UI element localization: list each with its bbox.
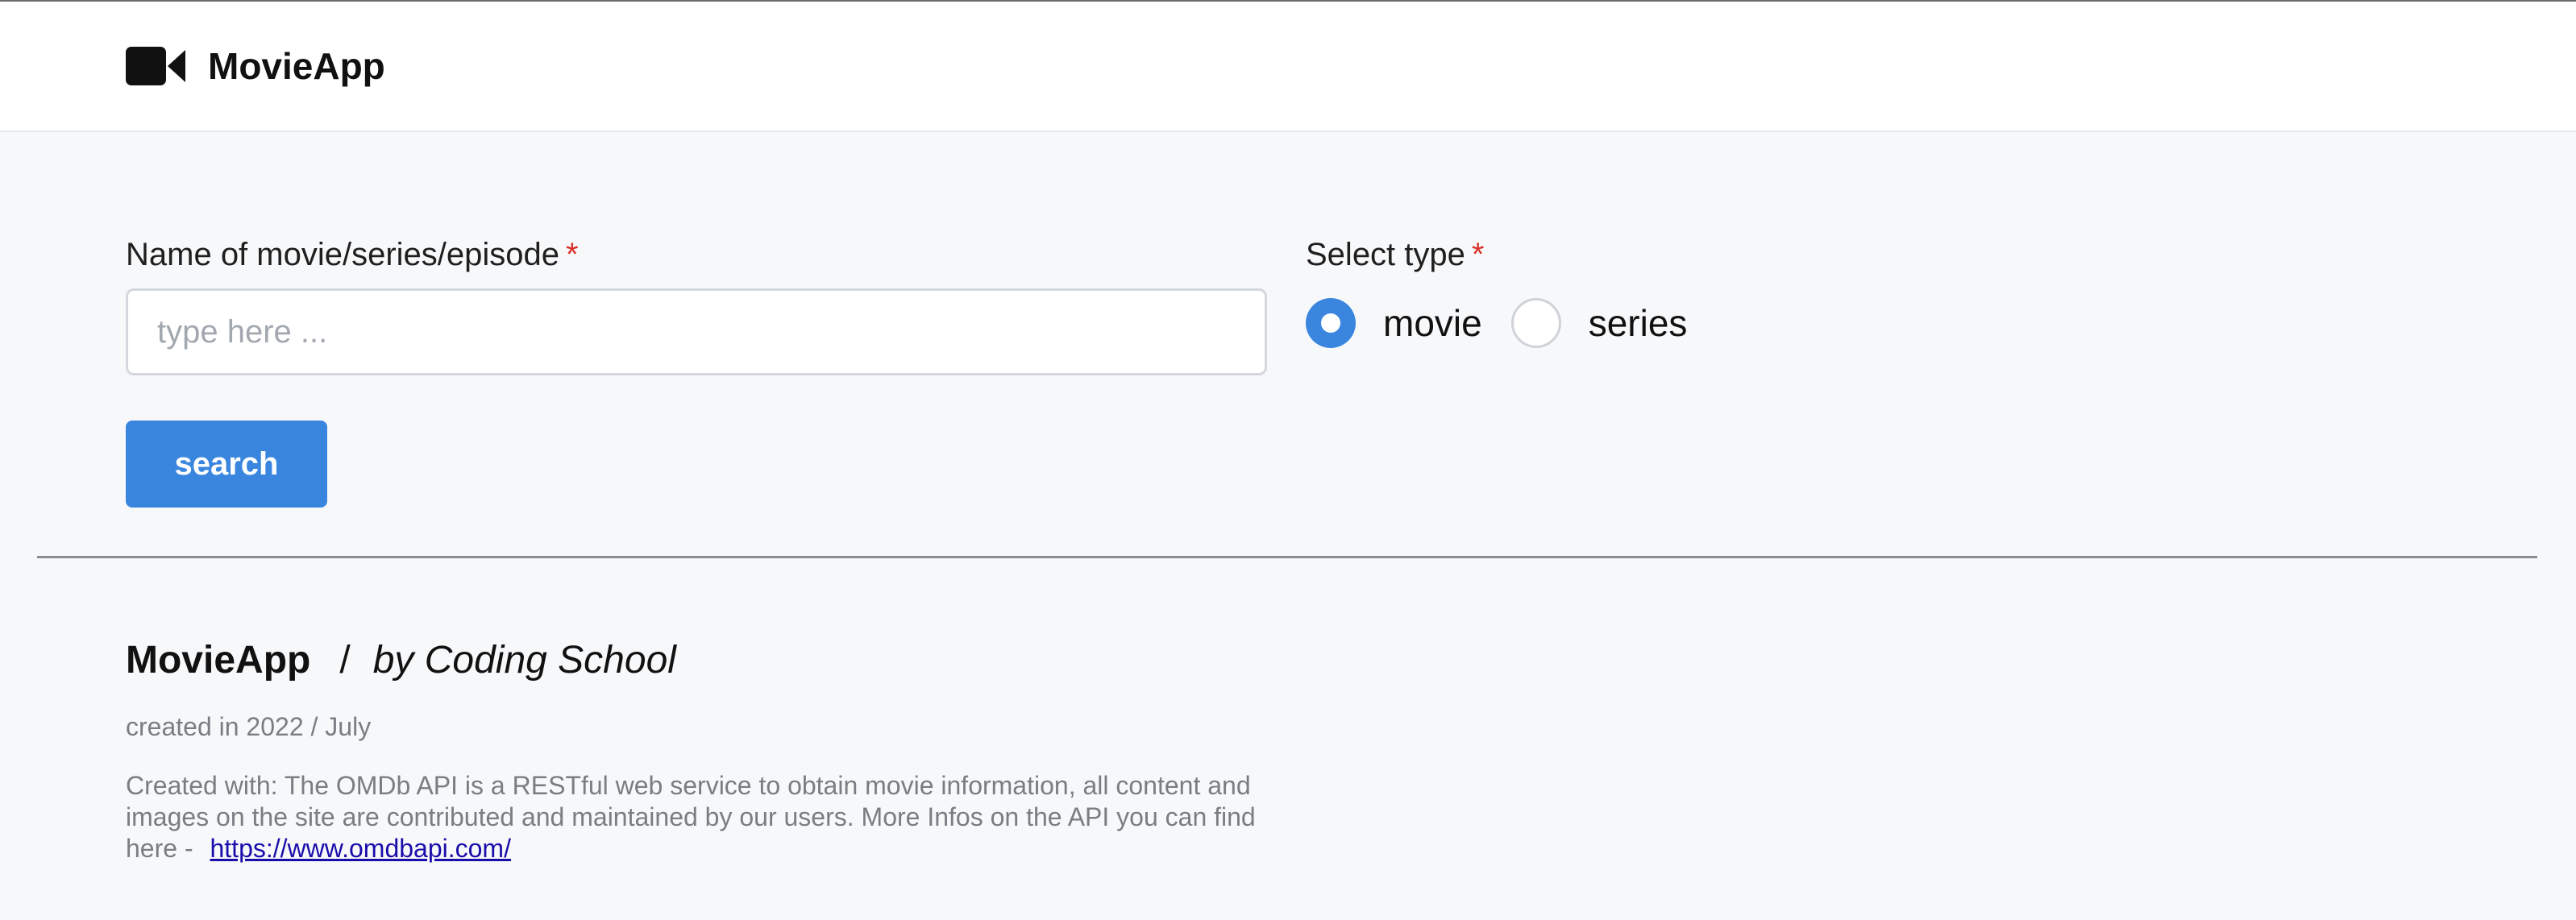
movie-radio[interactable] (1306, 298, 1356, 348)
name-field-label: Name of movie/series/episode * (126, 238, 579, 271)
name-search-input[interactable] (126, 288, 1267, 375)
created-date: created in 2022 / July (126, 712, 372, 741)
type-field-label: Select type * (1306, 238, 1484, 271)
radio-selected-dot (1321, 313, 1340, 333)
footer-byline: by Coding School (372, 639, 676, 682)
series-radio-label[interactable]: series (1589, 305, 1688, 342)
name-label-text: Name of movie/series/episode (126, 237, 560, 272)
type-radio-group: movie series (1306, 298, 1716, 348)
series-radio[interactable] (1510, 298, 1561, 348)
search-button[interactable]: search (126, 421, 327, 508)
footer-title: MovieApp / by Coding School (126, 641, 676, 680)
required-marker: * (1471, 237, 1485, 272)
omdb-api-link[interactable]: https://www.omdbapi.com/ (210, 834, 510, 863)
brand-name: MovieApp (208, 45, 385, 87)
footer-brand: MovieApp (126, 639, 311, 682)
app-header: MovieApp (0, 0, 2576, 132)
section-divider (37, 556, 2537, 558)
type-label-text: Select type (1306, 237, 1465, 272)
video-camera-icon (126, 47, 185, 85)
required-marker: * (566, 237, 579, 272)
footer-separator: / (339, 639, 351, 682)
brand[interactable]: MovieApp (126, 47, 385, 85)
api-description: Created with: The OMDb API is a RESTful … (126, 770, 1278, 864)
movie-radio-label[interactable]: movie (1383, 305, 1482, 342)
